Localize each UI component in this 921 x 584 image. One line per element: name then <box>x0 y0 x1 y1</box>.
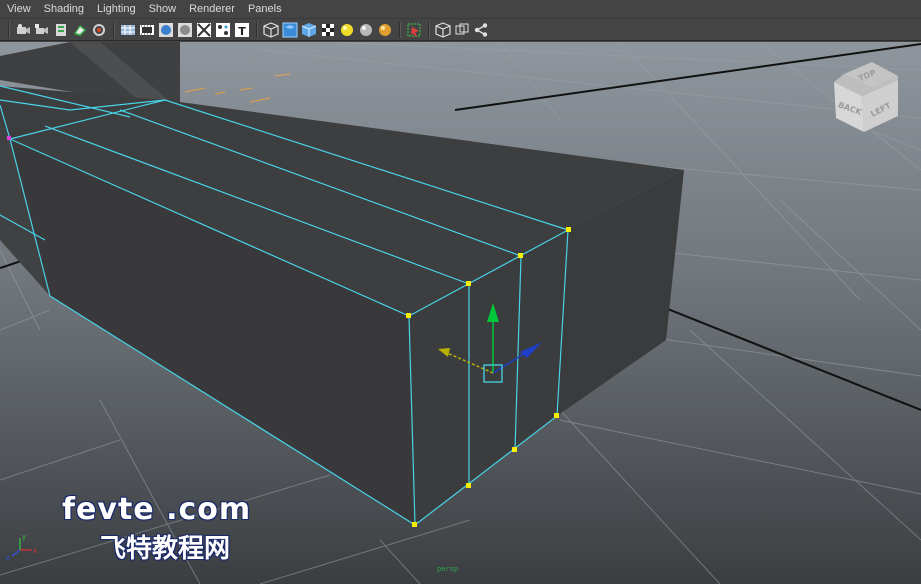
menu-renderer[interactable]: Renderer <box>189 3 235 15</box>
shadows-icon[interactable] <box>338 21 355 38</box>
default-material-icon[interactable] <box>281 21 298 38</box>
select-camera-icon[interactable] <box>14 21 31 38</box>
image-plane-icon[interactable] <box>90 21 107 38</box>
use-all-lights-icon[interactable] <box>319 21 336 38</box>
camera-name: persp <box>437 565 459 573</box>
axis-z-label: z <box>6 554 10 562</box>
grid-icon[interactable] <box>119 21 136 38</box>
menu-show[interactable]: Show <box>149 3 177 15</box>
axis-x-label: x <box>33 547 37 555</box>
textured-icon[interactable] <box>300 21 317 38</box>
camera-attributes-icon[interactable] <box>52 21 69 38</box>
toolbar-divider <box>256 21 258 38</box>
svg-text:T: T <box>238 25 246 38</box>
toolbar-divider <box>113 21 115 38</box>
lock-camera-icon[interactable] <box>33 21 50 38</box>
field-chart-icon[interactable] <box>195 21 212 38</box>
axis-gizmo: x y z <box>6 533 37 562</box>
perspective-viewport[interactable]: TOP BACK LEFT fevte .com 飞特教程网 x y z per… <box>0 42 921 584</box>
share-icon[interactable] <box>472 21 489 38</box>
toolbar-divider <box>8 21 10 38</box>
vertex-marker <box>7 136 11 140</box>
high-quality-icon[interactable] <box>357 21 374 38</box>
isolate-select-icon[interactable] <box>376 21 393 38</box>
panel-toolbar: T <box>0 19 921 41</box>
panel-menubar: View Shading Lighting Show Renderer Pane… <box>0 0 921 19</box>
xray-joints-icon[interactable] <box>434 21 451 38</box>
backface-icon[interactable] <box>453 21 470 38</box>
watermark-site: fevte .com <box>62 492 252 527</box>
film-gate-icon[interactable] <box>138 21 155 38</box>
view-cube[interactable]: TOP BACK LEFT <box>832 60 902 134</box>
wireframe-icon[interactable]: T <box>233 21 250 38</box>
toolbar-divider <box>399 21 401 38</box>
menu-lighting[interactable]: Lighting <box>97 3 136 15</box>
watermark: fevte .com 飞特教程网 <box>62 492 262 572</box>
texture-placement-icon[interactable] <box>214 21 231 38</box>
xray-icon[interactable] <box>405 21 422 38</box>
watermark-site-name: 飞特教程网 <box>100 534 231 564</box>
resolution-gate-icon[interactable] <box>157 21 174 38</box>
safe-action-icon[interactable] <box>176 21 193 38</box>
menu-view[interactable]: View <box>7 3 31 15</box>
menu-shading[interactable]: Shading <box>44 3 84 15</box>
axis-y-label: y <box>22 533 26 541</box>
menu-panels[interactable]: Panels <box>248 3 282 15</box>
smooth-shade-icon[interactable] <box>262 21 279 38</box>
bookmark-icon[interactable] <box>71 21 88 38</box>
toolbar-divider <box>428 21 430 38</box>
